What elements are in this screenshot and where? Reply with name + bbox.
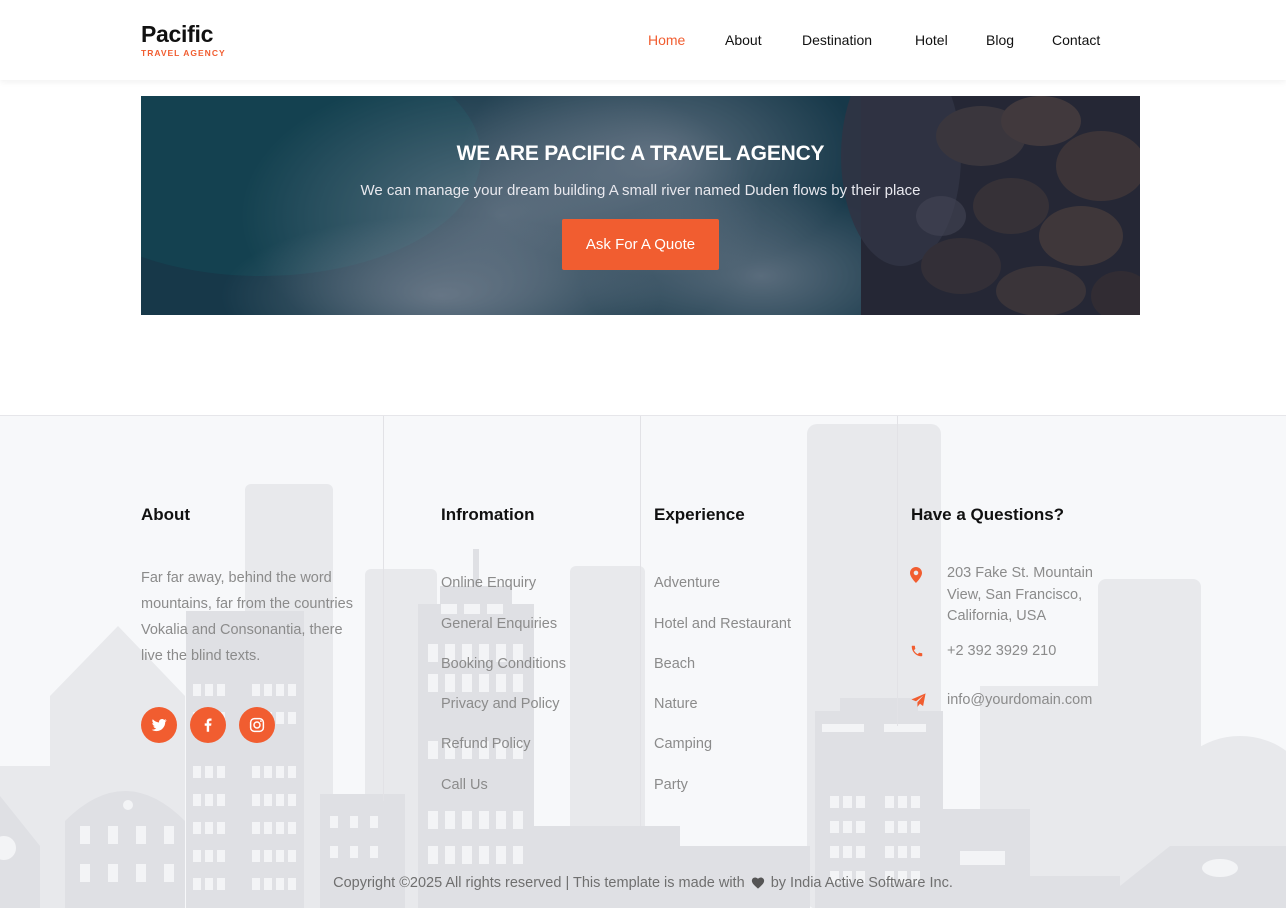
- link-privacy-policy[interactable]: Privacy and Policy: [441, 695, 559, 713]
- main-nav: Home About Destination Hotel Blog Contac…: [0, 31, 1286, 49]
- copyright-prefix: Copyright ©2025 All rights reserved | Th…: [333, 875, 745, 891]
- link-adventure[interactable]: Adventure: [654, 574, 720, 592]
- copyright-text: Copyright ©2025 All rights reserved | Th…: [0, 874, 1286, 892]
- paper-plane-icon: [911, 693, 926, 707]
- heart-icon: [751, 877, 764, 889]
- hero-overlay: [141, 96, 1140, 315]
- column-divider: [640, 416, 641, 826]
- facebook-button[interactable]: [190, 707, 226, 743]
- footer-contact-title: Have a Questions?: [911, 505, 1065, 524]
- nav-destination[interactable]: Destination: [802, 31, 872, 49]
- instagram-icon: [249, 717, 265, 733]
- site-footer: About Far far away, behind the word moun…: [0, 415, 1286, 908]
- nav-blog[interactable]: Blog: [986, 31, 1014, 49]
- twitter-button[interactable]: [141, 707, 177, 743]
- hero-banner: WE ARE PACIFIC A TRAVEL AGENCY We can ma…: [141, 96, 1140, 315]
- hero-title: WE ARE PACIFIC A TRAVEL AGENCY: [456, 142, 825, 165]
- logo-tagline: TRAVEL AGENCY: [141, 48, 226, 58]
- nav-home[interactable]: Home: [648, 31, 685, 49]
- phone-icon: [911, 645, 923, 657]
- footer-information-title: Infromation: [441, 505, 535, 524]
- footer-about-text: Far far away, behind the word mountains,…: [141, 570, 353, 664]
- nav-hotel[interactable]: Hotel: [915, 31, 948, 49]
- nav-contact[interactable]: Contact: [1052, 31, 1100, 49]
- link-nature[interactable]: Nature: [654, 695, 698, 713]
- link-hotel-restaurant[interactable]: Hotel and Restaurant: [654, 615, 791, 633]
- link-camping[interactable]: Camping: [654, 735, 712, 753]
- map-marker-icon: [910, 567, 922, 583]
- twitter-icon: [151, 718, 167, 732]
- contact-address: 203 Fake St. Mountain View, San Francisc…: [947, 565, 1093, 624]
- footer-experience-title: Experience: [654, 505, 745, 524]
- ask-quote-button[interactable]: Ask For A Quote: [562, 219, 719, 270]
- hero-subtitle: We can manage your dream building A smal…: [360, 182, 921, 199]
- instagram-button[interactable]: [239, 707, 275, 743]
- footer-about-title: About: [141, 505, 191, 524]
- link-general-enquiries[interactable]: General Enquiries: [441, 615, 557, 633]
- site-header: Pacific TRAVEL AGENCY Home About Destina…: [0, 0, 1286, 80]
- link-party[interactable]: Party: [654, 776, 688, 794]
- link-online-enquiry[interactable]: Online Enquiry: [441, 574, 536, 592]
- link-booking-conditions[interactable]: Booking Conditions: [441, 655, 566, 673]
- nav-about[interactable]: About: [725, 31, 762, 49]
- column-divider: [383, 416, 384, 801]
- column-divider: [897, 416, 898, 726]
- copyright-suffix: by India Active Software Inc.: [770, 875, 953, 891]
- link-beach[interactable]: Beach: [654, 655, 695, 673]
- link-call-us[interactable]: Call Us: [441, 776, 488, 794]
- contact-phone[interactable]: +2 392 3929 210: [947, 641, 1056, 663]
- contact-email[interactable]: info@yourdomain.com: [947, 690, 1092, 712]
- link-refund-policy[interactable]: Refund Policy: [441, 735, 530, 753]
- facebook-icon: [204, 718, 212, 732]
